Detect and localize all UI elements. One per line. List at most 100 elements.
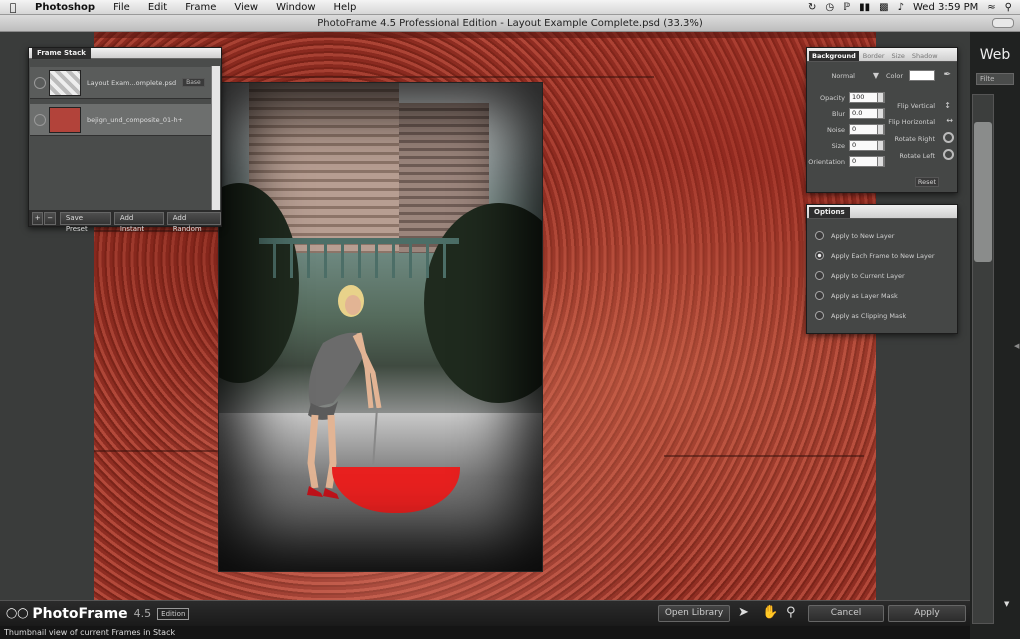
menu-window[interactable]: Window — [267, 2, 324, 13]
menu-photoshop[interactable]: Photoshop — [26, 2, 104, 13]
visibility-toggle-icon[interactable] — [34, 113, 46, 126]
tab-border[interactable]: Border — [860, 51, 888, 61]
window-toolbar-toggle[interactable] — [992, 18, 1014, 28]
version-label: 4.5 — [133, 607, 152, 620]
rotate-right-label: Rotate Right — [894, 135, 935, 143]
remove-frame-button[interactable]: − — [44, 211, 56, 225]
eyedropper-icon[interactable]: ✒ — [939, 70, 951, 80]
time-machine-icon[interactable]: ◷ — [825, 2, 834, 13]
size-stepper[interactable] — [877, 140, 884, 151]
background-panel-tabs: Background Border Size Shadow — [807, 48, 957, 62]
visibility-toggle-icon[interactable] — [34, 76, 46, 89]
noise-label: Noise — [826, 126, 845, 134]
color-swatch[interactable] — [909, 70, 935, 81]
tab-shadow[interactable]: Shadow — [909, 51, 941, 61]
frame-stack-toolbar: + − Save Preset Add Instant Add Random — [29, 210, 221, 233]
add-frame-button[interactable]: + — [32, 211, 44, 225]
menu-help[interactable]: Help — [325, 2, 366, 13]
option-each-frame-new-layer[interactable]: Apply Each Frame to New Layer — [815, 251, 935, 260]
flip-horizontal-icon[interactable]: ↔ — [941, 116, 953, 125]
add-random-button[interactable]: Add Random — [166, 211, 221, 233]
blur-label: Blur — [831, 110, 845, 118]
options-panel-header: Options — [807, 205, 957, 219]
radio-icon[interactable] — [815, 291, 824, 300]
side-scroll-thumb[interactable] — [974, 122, 992, 262]
bluetooth-icon[interactable]: ℙ — [843, 2, 850, 13]
flip-vertical-icon[interactable]: ↕ — [941, 101, 951, 110]
open-library-button[interactable]: Open Library — [658, 605, 730, 622]
noise-stepper[interactable] — [877, 124, 884, 135]
radio-icon[interactable] — [815, 271, 824, 280]
option-layer-mask[interactable]: Apply as Layer Mask — [815, 291, 898, 300]
display-icon[interactable]: ▩ — [879, 2, 888, 13]
texture-seam — [94, 450, 218, 452]
chevron-down-icon[interactable]: ▼ — [1004, 600, 1009, 608]
web-label: Web — [979, 47, 1011, 63]
apply-button[interactable]: Apply — [888, 605, 966, 622]
volume-icon[interactable]: ♪ — [898, 2, 904, 13]
options-tab[interactable]: Options — [809, 207, 850, 218]
frame-stack-scrollbar[interactable] — [211, 66, 220, 210]
move-tool-icon[interactable]: ➤ — [738, 605, 749, 620]
cancel-button[interactable]: Cancel — [808, 605, 884, 622]
photoframe-logo-icon: ◯◯ — [6, 608, 29, 619]
frame-stack-tab[interactable]: Frame Stack — [32, 48, 91, 59]
menubar-clock[interactable]: Wed 3:59 PM — [913, 2, 978, 13]
zoom-tool-icon[interactable]: ⚲ — [786, 605, 796, 620]
save-preset-button[interactable]: Save Preset — [59, 211, 111, 233]
frame-stack-row[interactable]: bejign_und_composite_01-h+ — [30, 104, 212, 136]
window-title-bar: PhotoFrame 4.5 Professional Edition - La… — [0, 15, 1020, 32]
collapse-arrow-icon[interactable]: ◀ — [1014, 342, 1019, 350]
sync-icon[interactable]: ↻ — [808, 2, 816, 13]
wifi-icon[interactable]: ≈ — [987, 2, 995, 13]
reset-button[interactable]: Reset — [915, 177, 939, 187]
logo-text: PhotoFrame — [32, 605, 128, 622]
background-panel: Background Border Size Shadow Normal ▼ C… — [806, 47, 958, 193]
photo-vignette — [219, 83, 542, 571]
orientation-stepper[interactable] — [877, 156, 884, 167]
photoframe-logo: ◯◯ PhotoFrame 4.5 — [6, 606, 151, 622]
flip-vertical-label: Flip Vertical — [897, 102, 935, 110]
filter-field[interactable]: Filte — [976, 73, 1014, 85]
menu-edit[interactable]: Edit — [139, 2, 176, 13]
edition-badge: Edition — [157, 607, 190, 620]
frame-stack-row[interactable]: Layout Exam...omplete.psd Base — [30, 67, 212, 99]
add-instant-button[interactable]: Add Instant — [113, 211, 164, 233]
menu-frame[interactable]: Frame — [176, 2, 225, 13]
frame-stack-panel: Frame Stack Layout Exam...omplete.psd Ba… — [28, 47, 222, 233]
radio-icon[interactable] — [815, 231, 824, 240]
status-bar: Thumbnail view of current Frames in Stac… — [0, 626, 970, 639]
tab-size[interactable]: Size — [889, 51, 908, 61]
menu-view[interactable]: View — [225, 2, 267, 13]
menu-file[interactable]: File — [104, 2, 139, 13]
radio-icon[interactable] — [815, 311, 824, 320]
menu-bar:  Photoshop File Edit Frame View Window … — [0, 0, 1020, 15]
radio-selected-icon[interactable] — [815, 251, 824, 260]
mode-dropdown-icon[interactable]: ▼ — [871, 71, 879, 80]
blend-mode-select[interactable]: Normal — [829, 72, 855, 80]
hand-tool-icon[interactable]: ✋ — [762, 605, 778, 620]
rotate-left-icon[interactable] — [943, 149, 954, 160]
opacity-stepper[interactable] — [877, 92, 884, 103]
frame-name: Layout Exam...omplete.psd — [87, 78, 177, 87]
option-current-layer[interactable]: Apply to Current Layer — [815, 271, 905, 280]
battery-icon[interactable]: ▮▮ — [859, 2, 870, 13]
rotate-left-label: Rotate Left — [899, 152, 935, 160]
blur-stepper[interactable] — [877, 108, 884, 119]
bottom-bar: ◯◯ PhotoFrame 4.5 Edition Open Library ➤… — [0, 600, 970, 626]
options-panel: Options Apply to New Layer Apply Each Fr… — [806, 204, 958, 334]
panel-header: Frame Stack — [29, 48, 221, 59]
option-clipping-mask[interactable]: Apply as Clipping Mask — [815, 311, 906, 320]
rotate-right-icon[interactable] — [943, 132, 954, 143]
framed-photo — [218, 82, 543, 572]
option-new-layer[interactable]: Apply to New Layer — [815, 231, 894, 240]
tab-background[interactable]: Background — [809, 51, 859, 61]
apple-icon[interactable]:  — [0, 1, 26, 14]
canvas-edge — [94, 32, 876, 38]
opacity-label: Opacity — [819, 94, 845, 102]
spotlight-icon[interactable]: ⚲ — [1005, 2, 1012, 13]
frame-thumbnail — [49, 69, 81, 96]
color-label: Color — [886, 72, 903, 80]
window-title: PhotoFrame 4.5 Professional Edition - La… — [317, 18, 703, 29]
side-strip: Web Filte ▼ ◀ — [970, 32, 1020, 639]
